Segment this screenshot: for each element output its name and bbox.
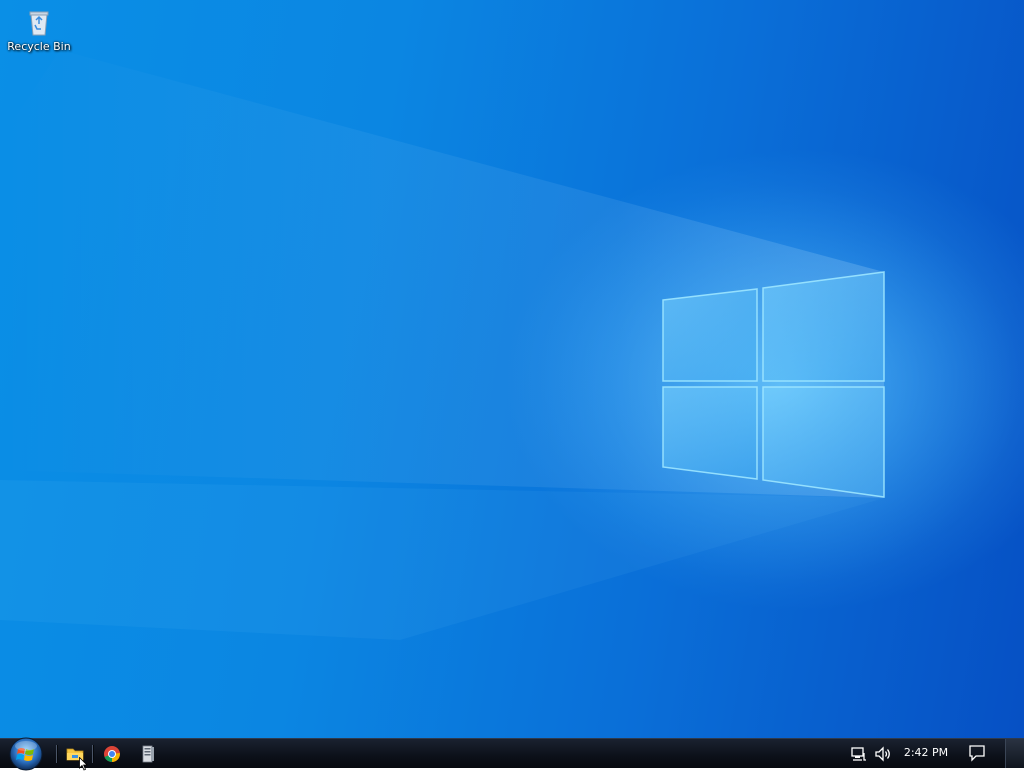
chrome-icon: [104, 746, 120, 763]
desktop[interactable]: Recycle Bin: [0, 0, 1024, 738]
server-icon: [142, 745, 154, 763]
taskbar-clock[interactable]: 2:42 PM: [896, 746, 956, 759]
recycle-bin-label: Recycle Bin: [7, 40, 71, 53]
recycle-bin-desktop-icon[interactable]: Recycle Bin: [4, 6, 74, 62]
taskbar: 2:42 PM: [0, 737, 1024, 771]
taskbar-separator: [92, 745, 94, 763]
show-desktop-button[interactable]: [1005, 739, 1024, 768]
mouse-cursor-icon: [79, 757, 88, 771]
action-center-icon[interactable]: [968, 744, 986, 762]
network-icon[interactable]: [850, 745, 868, 763]
taskbar-server-app-button[interactable]: [131, 741, 165, 767]
windows-start-orb-icon[interactable]: [7, 736, 45, 772]
volume-icon[interactable]: [874, 745, 892, 763]
recycle-bin-icon: [29, 11, 49, 36]
wallpaper-windows-logo: [0, 50, 1020, 640]
taskbar-chrome-button[interactable]: [95, 741, 129, 767]
